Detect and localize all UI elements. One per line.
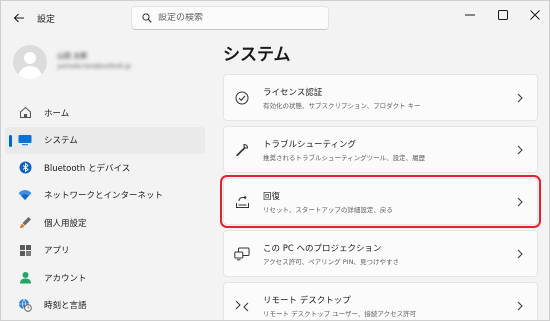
- minimize-icon: [465, 14, 475, 16]
- sidebar-item-label: 個人用設定: [44, 218, 87, 229]
- search-input[interactable]: [158, 13, 308, 23]
- active-indicator: [9, 134, 12, 147]
- chevron-right-icon: [515, 196, 525, 208]
- remote-desktop-icon: [234, 298, 250, 314]
- sidebar-item-label: アプリ: [44, 246, 70, 256]
- profile-name: 山田 太郎: [57, 52, 88, 60]
- card-description: リモート デスクトップ ユーザー、接続アクセス許可: [263, 310, 417, 318]
- sidebar-item-bluetooth[interactable]: Bluetooth とデバイス: [5, 154, 205, 181]
- user-profile[interactable]: 山田 太郎 yamada.taro@outlook.jp: [13, 45, 213, 79]
- sidebar-item-apps[interactable]: アプリ: [5, 237, 205, 264]
- sidebar-nav: ホーム システム Bluetooth とデバイス ネットワークとインターネット …: [5, 99, 205, 319]
- monitor-icon: [18, 133, 32, 147]
- card-title: リモート デスクトップ: [263, 296, 351, 306]
- title-bar: 設定: [1, 1, 549, 35]
- check-circle-icon: [234, 90, 250, 106]
- home-icon: [18, 106, 32, 120]
- troubleshoot-card[interactable]: トラブルシューティング 推奨されるトラブルシューティングツール、設定、履歴: [223, 126, 538, 173]
- sidebar-item-label: 時刻と言語: [44, 301, 87, 311]
- sidebar-item-time-language[interactable]: 時刻と言語: [5, 292, 205, 319]
- maximize-icon: [498, 10, 508, 20]
- card-title: トラブルシューティング: [263, 140, 356, 150]
- apps-icon: [18, 243, 32, 257]
- sidebar-item-label: Bluetooth とデバイス: [44, 163, 131, 174]
- recovery-card[interactable]: 回復 リセット、スタートアップの詳細設定、戻る: [220, 175, 541, 228]
- close-icon: [530, 10, 540, 20]
- card-title: ライセンス認証: [263, 88, 323, 98]
- sidebar-item-system[interactable]: システム: [5, 126, 205, 154]
- avatar: [13, 45, 47, 79]
- globe-clock-icon: [18, 298, 32, 312]
- recovery-icon: [234, 194, 250, 210]
- sidebar-item-accounts[interactable]: アカウント: [5, 264, 205, 291]
- chevron-right-icon: [515, 144, 525, 156]
- search-box[interactable]: [131, 6, 329, 30]
- settings-window: 設定 山田 太郎: [0, 0, 550, 321]
- minimize-button[interactable]: [452, 1, 488, 29]
- card-title: この PC へのプロジェクション: [263, 244, 382, 254]
- app-title: 設定: [37, 15, 56, 25]
- page-title: システム: [223, 45, 291, 65]
- chevron-right-icon: [515, 92, 525, 104]
- sidebar-item-label: ネットワークとインターネット: [44, 191, 164, 201]
- account-icon: [18, 271, 32, 285]
- sidebar-item-network[interactable]: ネットワークとインターネット: [5, 182, 205, 209]
- wrench-icon: [234, 142, 250, 158]
- search-icon: [142, 13, 152, 23]
- sidebar-item-personalization[interactable]: 個人用設定: [5, 209, 205, 236]
- chevron-right-icon: [515, 300, 525, 312]
- paint-brush-icon: [18, 216, 32, 230]
- settings-card-list: ライセンス認証 有効化の状態、サブスクリプション、プロダクト キー トラブルシュ…: [220, 74, 541, 320]
- close-button[interactable]: [517, 1, 549, 29]
- back-button[interactable]: [9, 8, 29, 28]
- sidebar-item-label: システム: [44, 136, 78, 146]
- card-description: 推奨されるトラブルシューティングツール、設定、履歴: [263, 154, 426, 162]
- profile-email: yamada.taro@outlook.jp: [57, 63, 131, 70]
- wifi-icon: [18, 188, 32, 202]
- maximize-button[interactable]: [485, 1, 521, 29]
- activation-card[interactable]: ライセンス認証 有効化の状態、サブスクリプション、プロダクト キー: [223, 74, 538, 121]
- card-description: リセット、スタートアップの詳細設定、戻る: [263, 206, 393, 214]
- back-arrow-icon: [13, 13, 24, 23]
- sidebar-item-label: アカウント: [44, 273, 87, 284]
- card-description: 有効化の状態、サブスクリプション、プロダクト キー: [263, 102, 421, 110]
- projection-card[interactable]: この PC へのプロジェクション アクセス許可、ペアリング PIN、見つけやすさ: [223, 230, 538, 277]
- sidebar-item-label: ホーム: [44, 108, 70, 119]
- projection-icon: [234, 246, 250, 262]
- sidebar-item-home[interactable]: ホーム: [5, 99, 205, 126]
- card-title: 回復: [263, 192, 281, 202]
- chevron-right-icon: [515, 248, 525, 260]
- bluetooth-icon: [18, 161, 32, 175]
- remote-desktop-card[interactable]: リモート デスクトップ リモート デスクトップ ユーザー、接続アクセス許可: [223, 282, 538, 320]
- card-description: アクセス許可、ペアリング PIN、見つけやすさ: [263, 258, 399, 266]
